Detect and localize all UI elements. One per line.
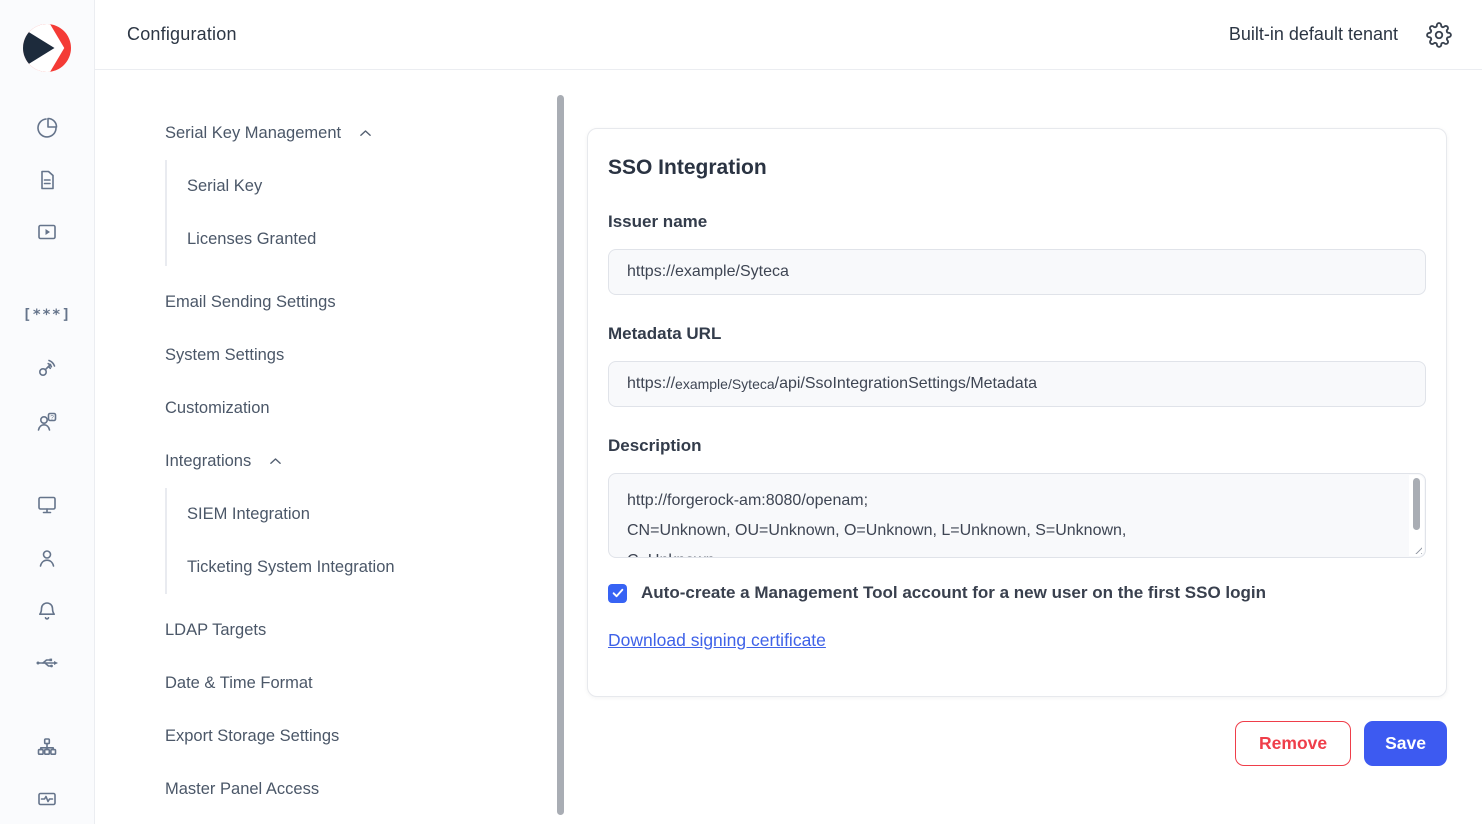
- metadata-url-input[interactable]: https://example/Syteca/api/SsoIntegratio…: [608, 361, 1426, 407]
- hierarchy-icon: [35, 735, 59, 759]
- page-title: Configuration: [127, 24, 237, 45]
- svg-text:?: ?: [50, 414, 54, 421]
- icon-rail: [***] ?: [0, 0, 95, 824]
- monitor-icon: [35, 492, 59, 516]
- chevron-up-icon: [357, 125, 374, 142]
- autocreate-checkbox[interactable]: [608, 584, 627, 603]
- textarea-scrollbar-thumb[interactable]: [1413, 478, 1420, 530]
- metadata-url-path: /api/SsoIntegrationSettings/Metadata: [775, 375, 1037, 393]
- checkmark-icon: [611, 586, 625, 600]
- config-nav: Serial Key Management Serial Key License…: [95, 70, 557, 824]
- download-signing-certificate-link[interactable]: Download signing certificate: [608, 630, 826, 651]
- nav-date-time-format[interactable]: Date & Time Format: [95, 657, 557, 710]
- autocreate-label[interactable]: Auto-create a Management Tool account fo…: [641, 583, 1266, 603]
- document-icon: [35, 168, 59, 192]
- nav-master-panel-access[interactable]: Master Panel Access: [95, 763, 557, 816]
- card-title: SSO Integration: [608, 153, 1426, 183]
- nav-label: Integrations: [165, 452, 251, 471]
- nav-customization[interactable]: Customization: [95, 382, 557, 435]
- rail-item-access-requests[interactable]: [32, 354, 62, 382]
- metadata-url-label: Metadata URL: [608, 323, 1426, 345]
- serial-key-management-sublist: Serial Key Licenses Granted: [165, 160, 557, 266]
- nav-export-storage-settings[interactable]: Export Storage Settings: [95, 710, 557, 763]
- nav-ticketing-system-integration[interactable]: Ticketing System Integration: [167, 541, 557, 594]
- issuer-name-value: https://example/Syteca: [627, 263, 789, 281]
- video-player-icon: [35, 220, 59, 244]
- tenant-selector[interactable]: Built-in default tenant: [1229, 24, 1398, 45]
- rail-item-dashboard[interactable]: [32, 114, 62, 142]
- metadata-url-prefix: https://: [627, 375, 675, 393]
- settings-gear-button[interactable]: [1426, 22, 1452, 48]
- description-textarea[interactable]: http://forgerock-am:8080/openam; CN=Unkn…: [608, 473, 1426, 558]
- nav-licenses-granted[interactable]: Licenses Granted: [167, 213, 557, 266]
- top-header: Configuration Built-in default tenant: [95, 0, 1482, 70]
- sso-integration-card: SSO Integration Issuer name https://exam…: [587, 128, 1447, 697]
- usb-icon: [34, 650, 60, 676]
- issuer-name-input[interactable]: https://example/Syteca: [608, 249, 1426, 295]
- metadata-url-host: example/Syteca: [675, 376, 775, 392]
- chevron-up-icon: [267, 453, 284, 470]
- rail-item-reports[interactable]: [32, 166, 62, 194]
- issuer-name-label: Issuer name: [608, 211, 1426, 233]
- rail-item-infrastructure[interactable]: [32, 733, 62, 761]
- rail-item-secrets[interactable]: [***]: [32, 301, 62, 329]
- rail-item-sessions[interactable]: [32, 218, 62, 246]
- description-line: http://forgerock-am:8080/openam;: [627, 486, 1393, 516]
- nav-ldap-targets[interactable]: LDAP Targets: [95, 604, 557, 657]
- rail-item-user-requests[interactable]: ?: [32, 408, 62, 436]
- nav-label: Serial Key Management: [165, 124, 341, 143]
- nav-serial-key-management[interactable]: Serial Key Management: [95, 107, 557, 160]
- nav-siem-integration[interactable]: SIEM Integration: [167, 488, 557, 541]
- integrations-sublist: SIEM Integration Ticketing System Integr…: [165, 488, 557, 594]
- rail-item-alerts[interactable]: [32, 597, 62, 625]
- gear-icon: [1426, 22, 1452, 48]
- description-label: Description: [608, 435, 1426, 457]
- pie-chart-icon: [35, 116, 59, 140]
- app-logo[interactable]: [23, 24, 71, 72]
- activity-monitor-icon: [35, 787, 59, 811]
- autocreate-row: Auto-create a Management Tool account fo…: [608, 580, 1426, 606]
- user-question-icon: ?: [34, 409, 60, 435]
- description-line: C=Unknown: [627, 546, 1393, 558]
- secrets-brackets-icon: [***]: [23, 307, 72, 323]
- syteca-logo-icon: [23, 24, 71, 72]
- rail-item-computers[interactable]: [32, 490, 62, 518]
- main-content: SSO Integration Issuer name https://exam…: [567, 70, 1482, 824]
- nav-email-sending-settings[interactable]: Email Sending Settings: [95, 276, 557, 329]
- save-button[interactable]: Save: [1364, 721, 1447, 766]
- bell-icon: [35, 599, 59, 623]
- nav-integrations[interactable]: Integrations: [95, 435, 557, 488]
- access-key-icon: [35, 356, 59, 380]
- nav-system-settings[interactable]: System Settings: [95, 329, 557, 382]
- rail-item-health-monitoring[interactable]: [32, 785, 62, 813]
- action-buttons-row: Remove Save: [587, 721, 1447, 766]
- nav-serial-key[interactable]: Serial Key: [167, 160, 557, 213]
- description-line: CN=Unknown, OU=Unknown, O=Unknown, L=Unk…: [627, 516, 1393, 546]
- nav-scrollbar-thumb[interactable]: [557, 95, 564, 815]
- rail-item-usb-devices[interactable]: [32, 649, 62, 677]
- rail-item-users[interactable]: [32, 544, 62, 572]
- user-icon: [35, 546, 59, 570]
- textarea-scrollbar-track: [1409, 475, 1424, 556]
- remove-button[interactable]: Remove: [1235, 721, 1351, 766]
